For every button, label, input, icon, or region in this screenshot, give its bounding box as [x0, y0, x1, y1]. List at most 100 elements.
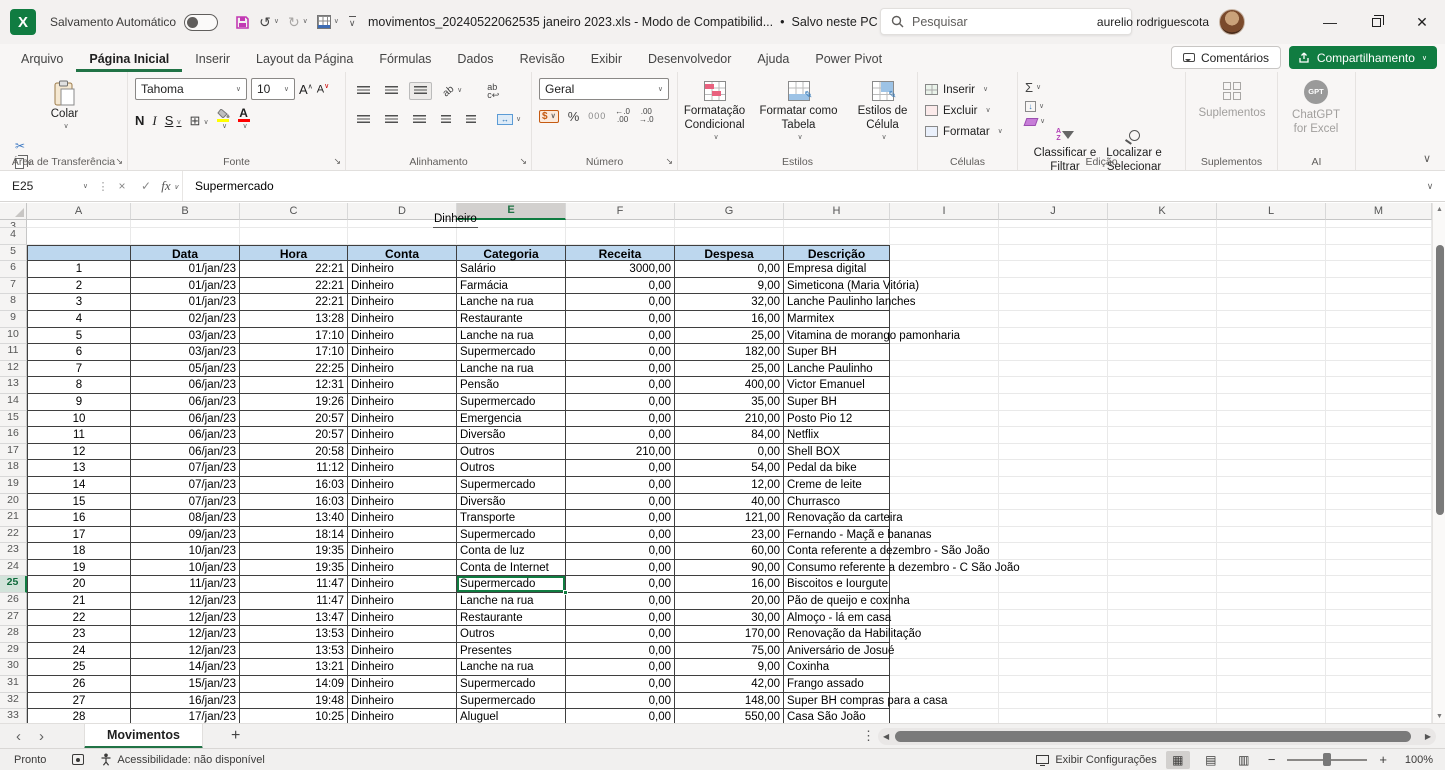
row-header-33[interactable]: 33 [0, 709, 27, 723]
cell-A32[interactable]: 27 [27, 693, 131, 710]
row-header-10[interactable]: 10 [0, 328, 27, 345]
cell-M24[interactable] [1326, 560, 1432, 577]
cell-K5[interactable] [1108, 245, 1217, 262]
cell-G16[interactable]: 84,00 [675, 427, 784, 444]
cell-D23[interactable]: Dinheiro [348, 543, 457, 560]
cell-G31[interactable]: 42,00 [675, 676, 784, 693]
cell-I27[interactable] [890, 610, 999, 627]
cell-C13[interactable]: 12:31 [240, 377, 348, 394]
cell-L33[interactable] [1217, 709, 1326, 723]
font-color-icon[interactable]: A [238, 108, 250, 133]
cell-A26[interactable]: 21 [27, 593, 131, 610]
cell-I3[interactable] [890, 220, 999, 228]
cell-H6[interactable]: Empresa digital [784, 261, 890, 278]
cell-I20[interactable] [890, 494, 999, 511]
autosave-toggle[interactable] [184, 14, 218, 31]
cell-A6[interactable]: 1 [27, 261, 131, 278]
cell-L26[interactable] [1217, 593, 1326, 610]
fill-icon[interactable]: ↓ [1025, 101, 1180, 112]
cell-L10[interactable] [1217, 328, 1326, 345]
column-header-C[interactable]: C [240, 203, 348, 220]
cell-C10[interactable]: 17:10 [240, 328, 348, 345]
font-name-select[interactable]: Tahoma∨ [135, 78, 247, 100]
cell-E31[interactable]: Supermercado [457, 676, 566, 693]
cell-E28[interactable]: Outros [457, 626, 566, 643]
cell-K22[interactable] [1108, 527, 1217, 544]
cell-C32[interactable]: 19:48 [240, 693, 348, 710]
cell-K25[interactable] [1108, 576, 1217, 593]
cell-G13[interactable]: 400,00 [675, 377, 784, 394]
cell-A12[interactable]: 7 [27, 361, 131, 378]
cell-B22[interactable]: 09/jan/23 [131, 527, 240, 544]
row-header-31[interactable]: 31 [0, 676, 27, 693]
cell-J3[interactable] [999, 220, 1108, 228]
cell-D16[interactable]: Dinheiro [348, 427, 457, 444]
cell-D17[interactable]: Dinheiro [348, 444, 457, 461]
cell-L5[interactable] [1217, 245, 1326, 262]
cell-E24[interactable]: Conta de Internet [457, 560, 566, 577]
cell-J12[interactable] [999, 361, 1108, 378]
cell-D21[interactable]: Dinheiro [348, 510, 457, 527]
cell-L15[interactable] [1217, 411, 1326, 428]
account-area[interactable]: aurelio rodriguescota [1097, 0, 1245, 44]
cell-K24[interactable] [1108, 560, 1217, 577]
zoom-slider-thumb[interactable] [1323, 753, 1331, 766]
cell-D26[interactable]: Dinheiro [348, 593, 457, 610]
cell-K17[interactable] [1108, 444, 1217, 461]
cell-A10[interactable]: 5 [27, 328, 131, 345]
expand-formula-bar-icon[interactable]: ∨ [1415, 181, 1445, 192]
cell-D32[interactable]: Dinheiro [348, 693, 457, 710]
cell-F19[interactable]: 0,00 [566, 477, 675, 494]
cell-F17[interactable]: 210,00 [566, 444, 675, 461]
cell-I33[interactable] [890, 709, 999, 723]
cell-I15[interactable] [890, 411, 999, 428]
comments-button[interactable]: Comentários [1171, 46, 1281, 69]
cell-F31[interactable]: 0,00 [566, 676, 675, 693]
cell-M26[interactable] [1326, 593, 1432, 610]
cell-J20[interactable] [999, 494, 1108, 511]
cell-A7[interactable]: 2 [27, 278, 131, 295]
cell-G9[interactable]: 16,00 [675, 311, 784, 328]
row-header-15[interactable]: 15 [0, 411, 27, 428]
cell-C23[interactable]: 19:35 [240, 543, 348, 560]
cell-K30[interactable] [1108, 659, 1217, 676]
currency-format-icon[interactable]: $ [539, 110, 559, 123]
cell-K19[interactable] [1108, 477, 1217, 494]
wrap-text-icon[interactable]: abc↩ [483, 80, 503, 102]
cell-D30[interactable]: Dinheiro [348, 659, 457, 676]
cell-F23[interactable]: 0,00 [566, 543, 675, 560]
cell-I11[interactable] [890, 344, 999, 361]
accessibility-status[interactable]: Acessibilidade: não disponível [100, 753, 264, 766]
cell-G6[interactable]: 0,00 [675, 261, 784, 278]
cell-F22[interactable]: 0,00 [566, 527, 675, 544]
row-header-26[interactable]: 26 [0, 593, 27, 610]
cell-J16[interactable] [999, 427, 1108, 444]
cell-D7[interactable]: Dinheiro [348, 278, 457, 295]
cell-J11[interactable] [999, 344, 1108, 361]
cell-M17[interactable] [1326, 444, 1432, 461]
cell-E15[interactable]: Emergencia [457, 411, 566, 428]
cell-L31[interactable] [1217, 676, 1326, 693]
cell-F20[interactable]: 0,00 [566, 494, 675, 511]
cell-C18[interactable]: 11:12 [240, 460, 348, 477]
cell-A29[interactable]: 24 [27, 643, 131, 660]
display-settings-button[interactable]: Exibir Configurações [1036, 754, 1157, 766]
cell-B12[interactable]: 05/jan/23 [131, 361, 240, 378]
cell-H18[interactable]: Pedal da bike [784, 460, 890, 477]
column-header-H[interactable]: H [784, 203, 890, 220]
cell-I16[interactable] [890, 427, 999, 444]
cell-M21[interactable] [1326, 510, 1432, 527]
cell-E12[interactable]: Lanche na rua [457, 361, 566, 378]
cell-K8[interactable] [1108, 294, 1217, 311]
cell-C8[interactable]: 22:21 [240, 294, 348, 311]
cell-G33[interactable]: 550,00 [675, 709, 784, 723]
formula-input[interactable]: Supermercado [182, 171, 1415, 201]
cell-H9[interactable]: Marmitex [784, 311, 890, 328]
cell-F12[interactable]: 0,00 [566, 361, 675, 378]
cell-M11[interactable] [1326, 344, 1432, 361]
cell-J21[interactable] [999, 510, 1108, 527]
cell-C22[interactable]: 18:14 [240, 527, 348, 544]
cell-K4[interactable] [1108, 228, 1217, 245]
cell-H3[interactable] [784, 220, 890, 228]
row-header-30[interactable]: 30 [0, 659, 27, 676]
